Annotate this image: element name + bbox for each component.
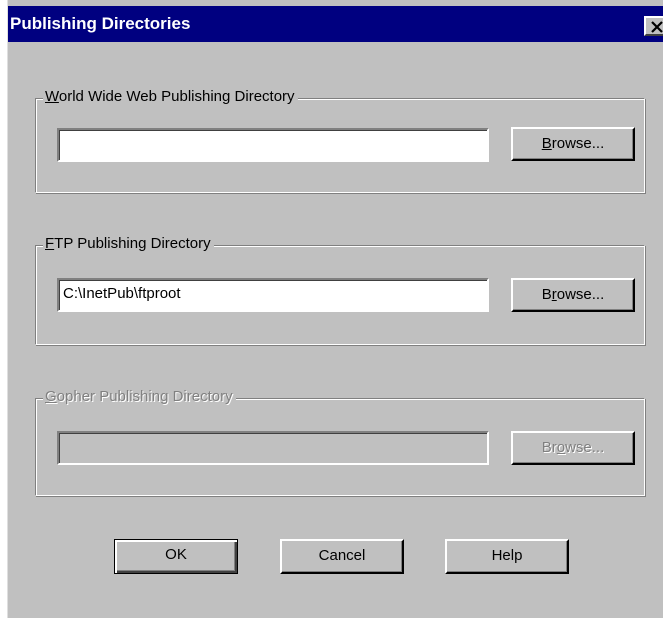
publishing-directories-dialog: Publishing Directories World Wide Web Pu… xyxy=(7,0,663,618)
close-icon xyxy=(651,21,663,33)
www-browse-button[interactable]: Browse... xyxy=(511,127,635,161)
ftp-browse-button[interactable]: Browse... xyxy=(511,278,635,312)
close-button[interactable] xyxy=(644,16,663,36)
www-directory-group: World Wide Web Publishing Directory Brow… xyxy=(35,88,645,193)
gopher-browse-button: Browse... xyxy=(511,431,635,465)
window-title: Publishing Directories xyxy=(10,14,191,33)
ftp-directory-input[interactable]: C:\InetPub\ftproot xyxy=(57,278,489,312)
title-bar: Publishing Directories xyxy=(8,6,663,42)
ftp-directory-group: FTP Publishing Directory C:\InetPub\ftpr… xyxy=(35,235,645,345)
gopher-directory-group: Gopher Publishing Directory Browse... xyxy=(35,388,645,496)
help-button[interactable]: Help xyxy=(445,539,569,574)
www-group-label: World Wide Web Publishing Directory xyxy=(43,88,298,106)
gopher-directory-input xyxy=(57,431,489,465)
ok-button[interactable]: OK xyxy=(114,539,238,574)
cancel-button[interactable]: Cancel xyxy=(280,539,404,574)
ftp-group-label: FTP Publishing Directory xyxy=(43,235,214,253)
gopher-group-label: Gopher Publishing Directory xyxy=(43,388,236,406)
www-directory-input[interactable] xyxy=(57,128,489,162)
